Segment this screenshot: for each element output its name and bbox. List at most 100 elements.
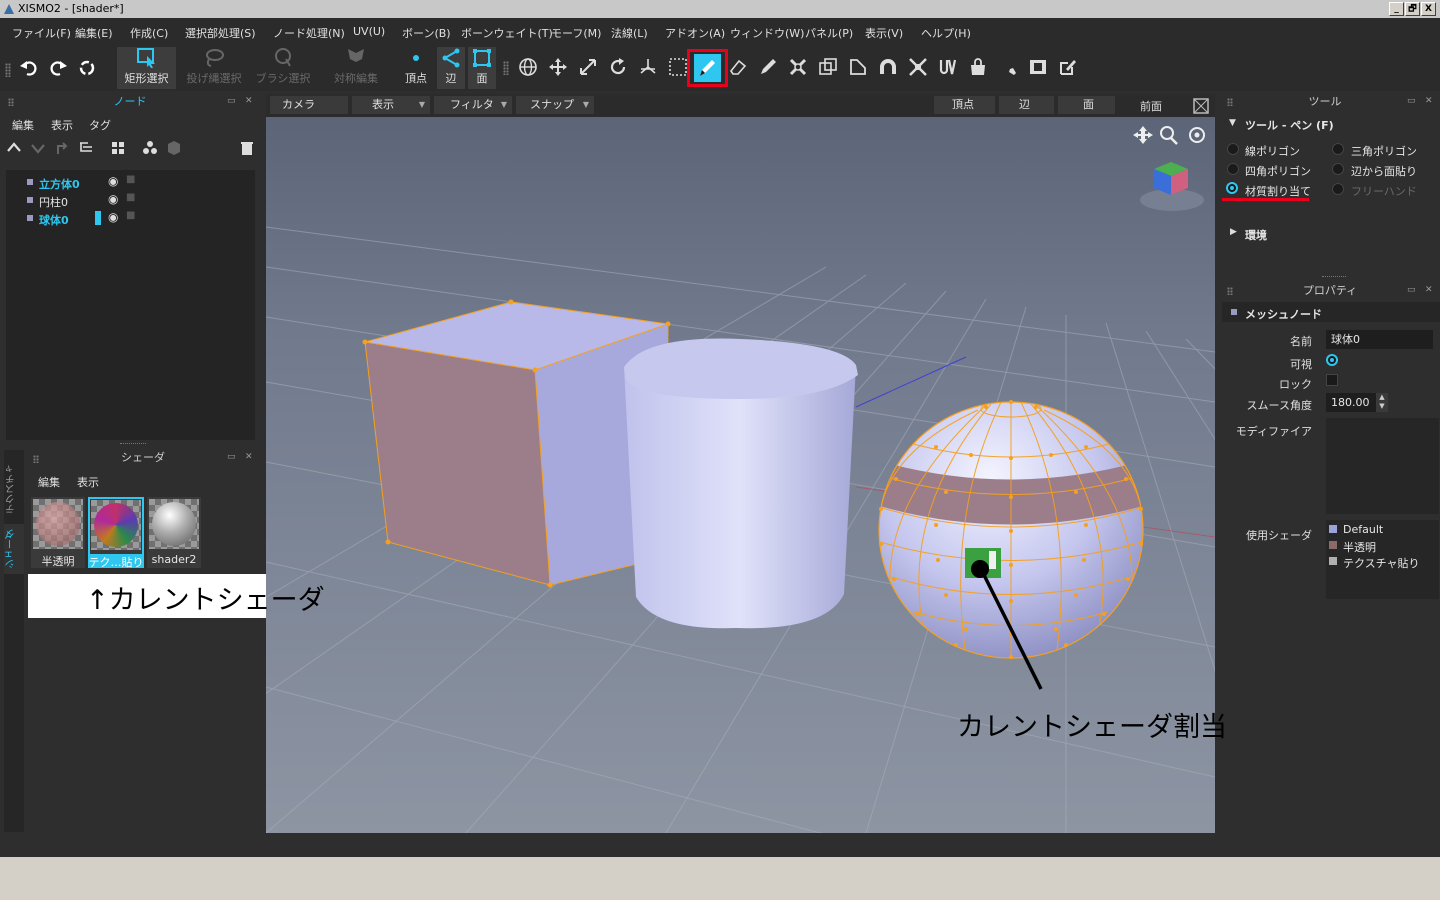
shader-item-texture[interactable]: テク…貼り xyxy=(88,497,144,569)
node-panel-close-icon[interactable]: ✕ xyxy=(245,96,253,106)
radio-freehand[interactable] xyxy=(1332,183,1344,195)
close-button[interactable]: X xyxy=(1421,2,1436,16)
symmetric-edit-button[interactable]: 対称編集 xyxy=(327,47,385,89)
vp-face-toggle[interactable]: 面 xyxy=(1058,96,1115,114)
menu-help[interactable]: ヘルプ(H) xyxy=(921,25,971,41)
menu-selection[interactable]: 選択部処理(S) xyxy=(185,25,256,41)
move-up-icon[interactable] xyxy=(6,140,22,156)
restore-button[interactable]: 🗗 xyxy=(1405,2,1420,16)
cube-add-icon[interactable] xyxy=(166,140,182,156)
node-panel-float-icon[interactable]: ▭ xyxy=(227,96,236,106)
bevel-icon[interactable] xyxy=(848,57,868,77)
menu-uv[interactable]: UV(U) xyxy=(353,25,385,38)
menu-bone[interactable]: ボーン(B) xyxy=(402,25,451,41)
node-row-sphere[interactable]: 球体0 ◉ ■ xyxy=(6,209,255,227)
menu-view[interactable]: 表示(V) xyxy=(865,25,903,41)
node-panel-grip[interactable] xyxy=(8,98,14,106)
reparent-icon[interactable] xyxy=(54,140,70,156)
shader-panel-close-icon[interactable]: ✕ xyxy=(245,452,253,462)
visibility-eye-icon[interactable]: ◉ xyxy=(108,192,118,206)
environment-section[interactable]: 環境 xyxy=(1245,227,1267,243)
node-row-cylinder[interactable]: 円柱0 ◉ ■ xyxy=(6,191,255,209)
visibility-eye-icon[interactable]: ◉ xyxy=(108,210,118,224)
recycle-icon[interactable] xyxy=(77,58,97,78)
tool-panel-grip[interactable] xyxy=(1227,98,1233,106)
move-icon[interactable] xyxy=(548,57,568,77)
node-menu-edit[interactable]: 編集 xyxy=(12,117,34,133)
shader-menu-edit[interactable]: 編集 xyxy=(38,474,60,490)
smooth-angle-input[interactable]: 180.00 xyxy=(1326,393,1376,412)
menu-node[interactable]: ノード処理(N) xyxy=(273,25,345,41)
view-cube[interactable] xyxy=(1140,162,1204,211)
vertex-mode-button[interactable]: 頂点 xyxy=(400,47,432,89)
toolbar-grip-2[interactable] xyxy=(503,61,509,75)
vp-vertex-toggle[interactable]: 頂点 xyxy=(934,96,995,114)
property-panel-close-icon[interactable]: ✕ xyxy=(1425,285,1433,295)
shader-item-shader2[interactable]: shader2 xyxy=(147,497,201,568)
lock-icon[interactable]: ■ xyxy=(126,192,135,203)
edit-box-icon[interactable] xyxy=(1058,57,1078,77)
lock-icon[interactable]: ■ xyxy=(126,210,135,221)
extrude-icon[interactable] xyxy=(818,57,838,77)
bridge-icon[interactable] xyxy=(878,57,898,77)
tool-panel-float-icon[interactable]: ▭ xyxy=(1407,96,1416,106)
lock-checkbox[interactable] xyxy=(1326,374,1338,386)
radio-face-from-edge[interactable] xyxy=(1332,163,1344,175)
node-menu-tag[interactable]: タグ xyxy=(89,117,111,133)
brush-select-button[interactable]: ブラシ選択 xyxy=(253,47,313,89)
node-panel-splitter[interactable] xyxy=(120,443,146,445)
trash-icon[interactable] xyxy=(239,140,255,156)
lock-icon[interactable]: ■ xyxy=(126,174,135,185)
shader-item-translucent[interactable]: 半透明 xyxy=(31,497,85,568)
menu-bone-weight[interactable]: ボーンウェイト(T) xyxy=(461,25,553,41)
face-mode-button[interactable]: 面 xyxy=(468,47,496,89)
edge-mode-button[interactable]: 辺 xyxy=(437,47,465,89)
grid-view-icon[interactable] xyxy=(110,140,126,156)
shader-panel-float-icon[interactable]: ▭ xyxy=(227,452,236,462)
sphere-mesh[interactable] xyxy=(866,400,1156,659)
minimize-button[interactable]: _ xyxy=(1389,2,1404,16)
node-row-cube[interactable]: 立方体0 ◉ ■ xyxy=(6,173,255,191)
menu-file[interactable]: ファイル(F) xyxy=(12,25,71,41)
redo-icon[interactable] xyxy=(48,58,68,78)
filter-menu[interactable]: フィルタ ▼ xyxy=(434,96,512,114)
visible-checkbox[interactable] xyxy=(1326,354,1338,366)
toolbar-grip[interactable] xyxy=(5,63,11,77)
menu-edit[interactable]: 編集(E) xyxy=(75,25,113,41)
group-icon[interactable] xyxy=(142,140,158,156)
brush-icon[interactable] xyxy=(998,57,1018,77)
snap-menu[interactable]: スナップ ▼ xyxy=(516,96,594,114)
smooth-angle-spinner[interactable]: ▲ ▼ xyxy=(1376,393,1388,412)
rect-select-button[interactable]: 矩形選択 xyxy=(117,47,176,89)
globe-icon[interactable] xyxy=(518,57,538,77)
menu-morph[interactable]: モーフ(M) xyxy=(551,25,601,41)
eraser-icon[interactable] xyxy=(728,57,748,77)
bag-icon[interactable] xyxy=(968,57,988,77)
radio-line-polygon[interactable] xyxy=(1227,143,1239,155)
knife-icon[interactable] xyxy=(758,57,778,77)
shader-tab[interactable]: シェーダ xyxy=(4,524,24,574)
radio-material-assign[interactable] xyxy=(1226,182,1238,194)
property-panel-grip[interactable] xyxy=(1227,287,1233,295)
menu-window[interactable]: ウィンドウ(W) xyxy=(730,25,804,41)
menu-addon[interactable]: アドオン(A) xyxy=(665,25,725,41)
shader-panel-grip[interactable] xyxy=(33,455,39,463)
pen-tool-button[interactable] xyxy=(694,54,721,82)
menu-panel[interactable]: パネル(P) xyxy=(805,25,853,41)
cube-mesh[interactable] xyxy=(362,299,671,588)
property-panel-float-icon[interactable]: ▭ xyxy=(1407,285,1416,295)
weld-icon[interactable] xyxy=(788,57,808,77)
layout-icon[interactable] xyxy=(1191,96,1211,116)
vp-edge-toggle[interactable]: 辺 xyxy=(999,96,1054,114)
hierarchy-icon[interactable] xyxy=(78,140,94,156)
collapse-icon[interactable] xyxy=(908,57,928,77)
collapse-arrow-icon[interactable]: ▼ xyxy=(1229,118,1236,128)
camera-menu[interactable]: カメラ xyxy=(270,96,348,114)
modifier-list[interactable] xyxy=(1326,418,1439,514)
expand-arrow-icon[interactable]: ▶ xyxy=(1230,227,1237,237)
scale-icon[interactable] xyxy=(578,57,598,77)
tool-panel-close-icon[interactable]: ✕ xyxy=(1425,96,1433,106)
name-input[interactable]: 球体0 xyxy=(1326,330,1433,349)
menu-create[interactable]: 作成(C) xyxy=(130,25,168,41)
rotate-icon[interactable] xyxy=(608,57,628,77)
